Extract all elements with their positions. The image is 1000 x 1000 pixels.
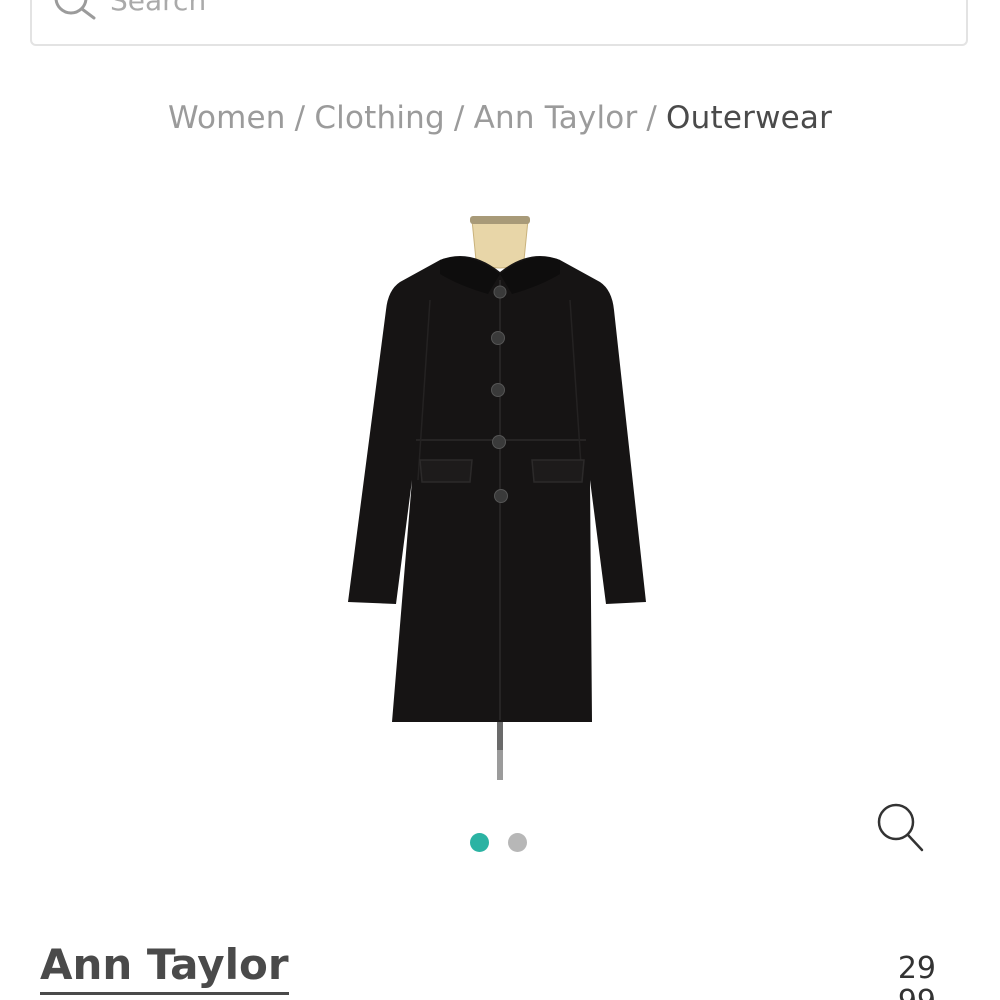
product-image[interactable]: [300, 190, 700, 790]
gallery-pagination: [470, 833, 527, 853]
breadcrumb-item-brand[interactable]: Ann Taylor: [474, 100, 638, 136]
gallery-dot-2[interactable]: [508, 833, 527, 852]
brand-link[interactable]: Ann Taylor: [40, 938, 289, 995]
search-input[interactable]: [110, 0, 930, 20]
search-bar[interactable]: [30, 0, 968, 46]
product-page: Women/Clothing/Ann Taylor/Outerwear: [0, 0, 1000, 1000]
breadcrumb: Women / Clothing / Ann Taylor / Outerwear: [0, 100, 1000, 136]
price: 29 99: [898, 952, 936, 1000]
breadcrumb-item-women[interactable]: Women: [168, 100, 286, 136]
breadcrumb-separator: /: [646, 100, 658, 136]
gallery-dot-1[interactable]: [470, 833, 489, 852]
breadcrumb-item-clothing[interactable]: Clothing: [314, 100, 445, 136]
breadcrumb-current: Outerwear: [666, 100, 833, 136]
price-line-2: 99: [898, 985, 936, 1000]
search-icon: [54, 0, 96, 20]
breadcrumb-separator: /: [294, 100, 306, 136]
price-line-1: 29: [897, 951, 936, 986]
breadcrumb-separator: /: [453, 100, 465, 136]
zoom-icon[interactable]: [872, 800, 928, 856]
